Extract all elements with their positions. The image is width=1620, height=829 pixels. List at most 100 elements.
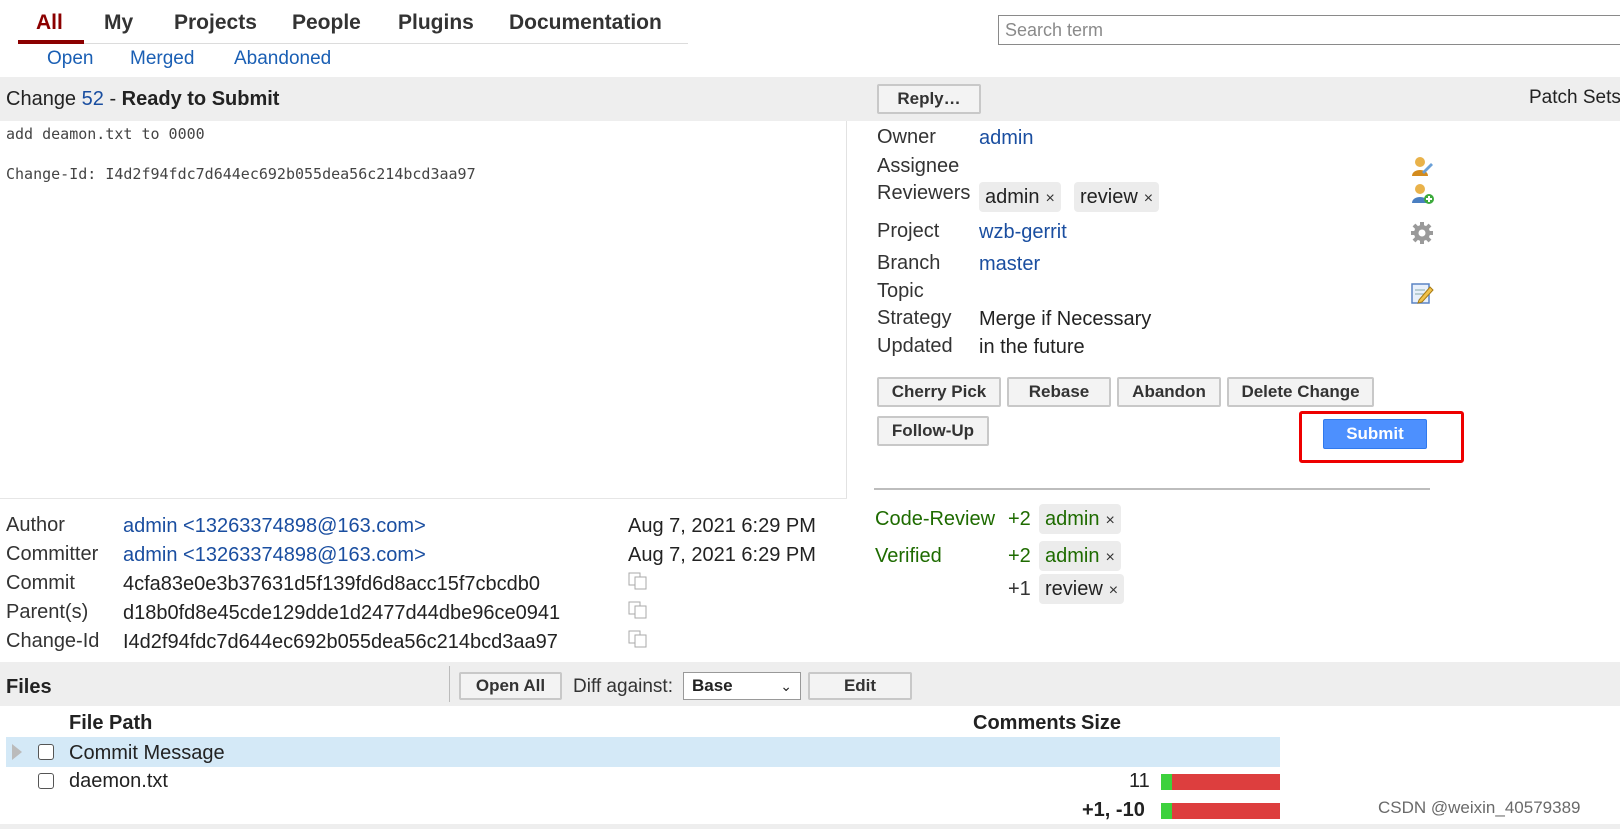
column-comments[interactable]: Comments [973, 712, 1076, 735]
commit-message-change-id: Change-Id: I4d2f94fdc7d644ec692b055dea56… [6, 165, 476, 183]
file-reviewed-checkbox[interactable] [38, 744, 54, 760]
copy-icon[interactable] [628, 601, 648, 619]
expand-arrow-icon[interactable] [12, 744, 22, 760]
total-changes: +1, -10 [1082, 799, 1145, 821]
active-tab-indicator [18, 40, 84, 44]
commit-label: Commit [6, 572, 75, 594]
updated-value: in the future [979, 336, 1085, 358]
file-reviewed-checkbox[interactable] [38, 773, 54, 789]
parent-hash: d18b0fd8e45cde129dde1d2477d44dbe96ce0941 [123, 602, 561, 624]
tab-my[interactable]: My [104, 11, 133, 35]
chevron-down-icon: ⌄ [780, 678, 792, 694]
files-title: Files [6, 676, 52, 698]
remove-vote-icon[interactable]: × [1105, 512, 1114, 529]
size-bar-removed [1172, 803, 1280, 819]
message-divider [0, 498, 847, 499]
file-path[interactable]: Commit Message [69, 742, 225, 765]
copy-icon[interactable] [628, 630, 648, 648]
size-bar-removed [1172, 774, 1280, 790]
column-size[interactable]: Size [1081, 712, 1121, 735]
column-file-path[interactable]: File Path [69, 712, 152, 735]
commit-message-subject: add deamon.txt to 0000 [6, 125, 205, 143]
bottom-bar [0, 824, 1620, 829]
change-id-value: I4d2f94fdc7d644ec692b055dea56c214bcd3aa9… [123, 631, 558, 653]
diff-against-value: Base [692, 676, 733, 695]
vote-score: +2 [1008, 508, 1031, 530]
gear-icon[interactable] [1410, 221, 1434, 245]
change-dash: - [109, 88, 117, 110]
delete-change-button[interactable]: Delete Change [1227, 377, 1374, 407]
reply-button[interactable]: Reply… [877, 84, 981, 114]
reviewer-name: review [1080, 186, 1138, 208]
follow-up-button[interactable]: Follow-Up [877, 416, 989, 446]
reviewer-name: admin [985, 186, 1040, 208]
author-date: Aug 7, 2021 6:29 PM [628, 515, 816, 537]
branch-link[interactable]: master [979, 253, 1040, 276]
remove-vote-icon[interactable]: × [1109, 582, 1118, 599]
submit-button[interactable]: Submit [1323, 419, 1427, 449]
labels-separator [874, 488, 1430, 490]
tab-plugins[interactable]: Plugins [398, 11, 474, 35]
file-path[interactable]: daemon.txt [69, 770, 168, 793]
vote-user: admin [1045, 545, 1100, 567]
project-link[interactable]: wzb-gerrit [979, 221, 1067, 244]
committer-label: Committer [6, 543, 99, 565]
size-bar-added [1161, 774, 1172, 790]
diff-against-select[interactable]: Base ⌄ [683, 672, 801, 700]
vote-chip: review × [1039, 574, 1125, 604]
cherry-pick-button[interactable]: Cherry Pick [877, 377, 1001, 407]
tab-all[interactable]: All [36, 11, 63, 35]
owner-link[interactable]: admin [979, 127, 1033, 150]
commit-message: add deamon.txt to 0000 Change-Id: I4d2f9… [6, 124, 476, 184]
committer-link[interactable]: admin <13263374898@163.com> [123, 544, 426, 567]
strategy-label: Strategy [877, 307, 952, 329]
tab-people[interactable]: People [292, 11, 361, 35]
code-review-label: Code-Review [875, 508, 996, 530]
open-all-button[interactable]: Open All [459, 672, 562, 700]
committer-date: Aug 7, 2021 6:29 PM [628, 544, 816, 566]
file-size: 11 [1129, 770, 1150, 792]
vote-user: admin [1045, 508, 1100, 530]
change-label: Change [6, 88, 77, 110]
change-title: Change 52 - Ready to Submit [6, 88, 279, 111]
remove-reviewer-icon[interactable]: × [1144, 190, 1153, 207]
change-number-link[interactable]: 52 [82, 88, 104, 110]
remove-vote-icon[interactable]: × [1105, 549, 1114, 566]
change-id-label: Change-Id [6, 630, 100, 652]
diff-against-label: Diff against: [573, 676, 673, 697]
search-input[interactable] [998, 15, 1620, 45]
edit-assignee-icon[interactable] [1410, 154, 1434, 178]
subnav-open[interactable]: Open [47, 48, 93, 70]
subnav-merged[interactable]: Merged [130, 48, 194, 70]
reviewer-chip: admin × [979, 182, 1061, 212]
rebase-button[interactable]: Rebase [1007, 377, 1111, 407]
change-status: Ready to Submit [121, 88, 280, 110]
reviewers-label: Reviewers [877, 182, 971, 204]
copy-icon[interactable] [628, 572, 648, 590]
parent-label: Parent(s) [6, 601, 89, 623]
add-reviewer-icon[interactable] [1410, 181, 1434, 205]
tab-documentation[interactable]: Documentation [509, 11, 662, 35]
size-bar-added [1161, 803, 1172, 819]
vote-chip: admin × [1039, 541, 1121, 571]
patch-sets-label[interactable]: Patch Sets [1529, 87, 1620, 109]
remove-reviewer-icon[interactable]: × [1045, 190, 1054, 207]
subnav-abandoned[interactable]: Abandoned [234, 48, 331, 70]
size-bar [1161, 774, 1280, 790]
tab-projects[interactable]: Projects [174, 11, 257, 35]
edit-button[interactable]: Edit [808, 672, 912, 700]
verified-label: Verified [875, 545, 942, 567]
watermark: CSDN @weixin_40579389 [1378, 798, 1581, 817]
reviewer-chip: review × [1074, 182, 1160, 212]
vote-score: +1 [1008, 578, 1031, 600]
abandon-button[interactable]: Abandon [1117, 377, 1221, 407]
commit-hash: 4cfa83e0e3b37631d5f139fd6d8acc15f7cbcdb0 [123, 573, 541, 595]
change-header-bar: Change 52 - Ready to Submit Reply… Patch… [0, 77, 1620, 121]
strategy-value: Merge if Necessary [979, 308, 1152, 330]
vote-chip: admin × [1039, 504, 1121, 534]
total-size-bar [1161, 803, 1280, 819]
edit-topic-icon[interactable] [1410, 281, 1434, 305]
author-link[interactable]: admin <13263374898@163.com> [123, 515, 426, 538]
vote-user: review [1045, 578, 1103, 600]
topic-label: Topic [877, 280, 924, 302]
